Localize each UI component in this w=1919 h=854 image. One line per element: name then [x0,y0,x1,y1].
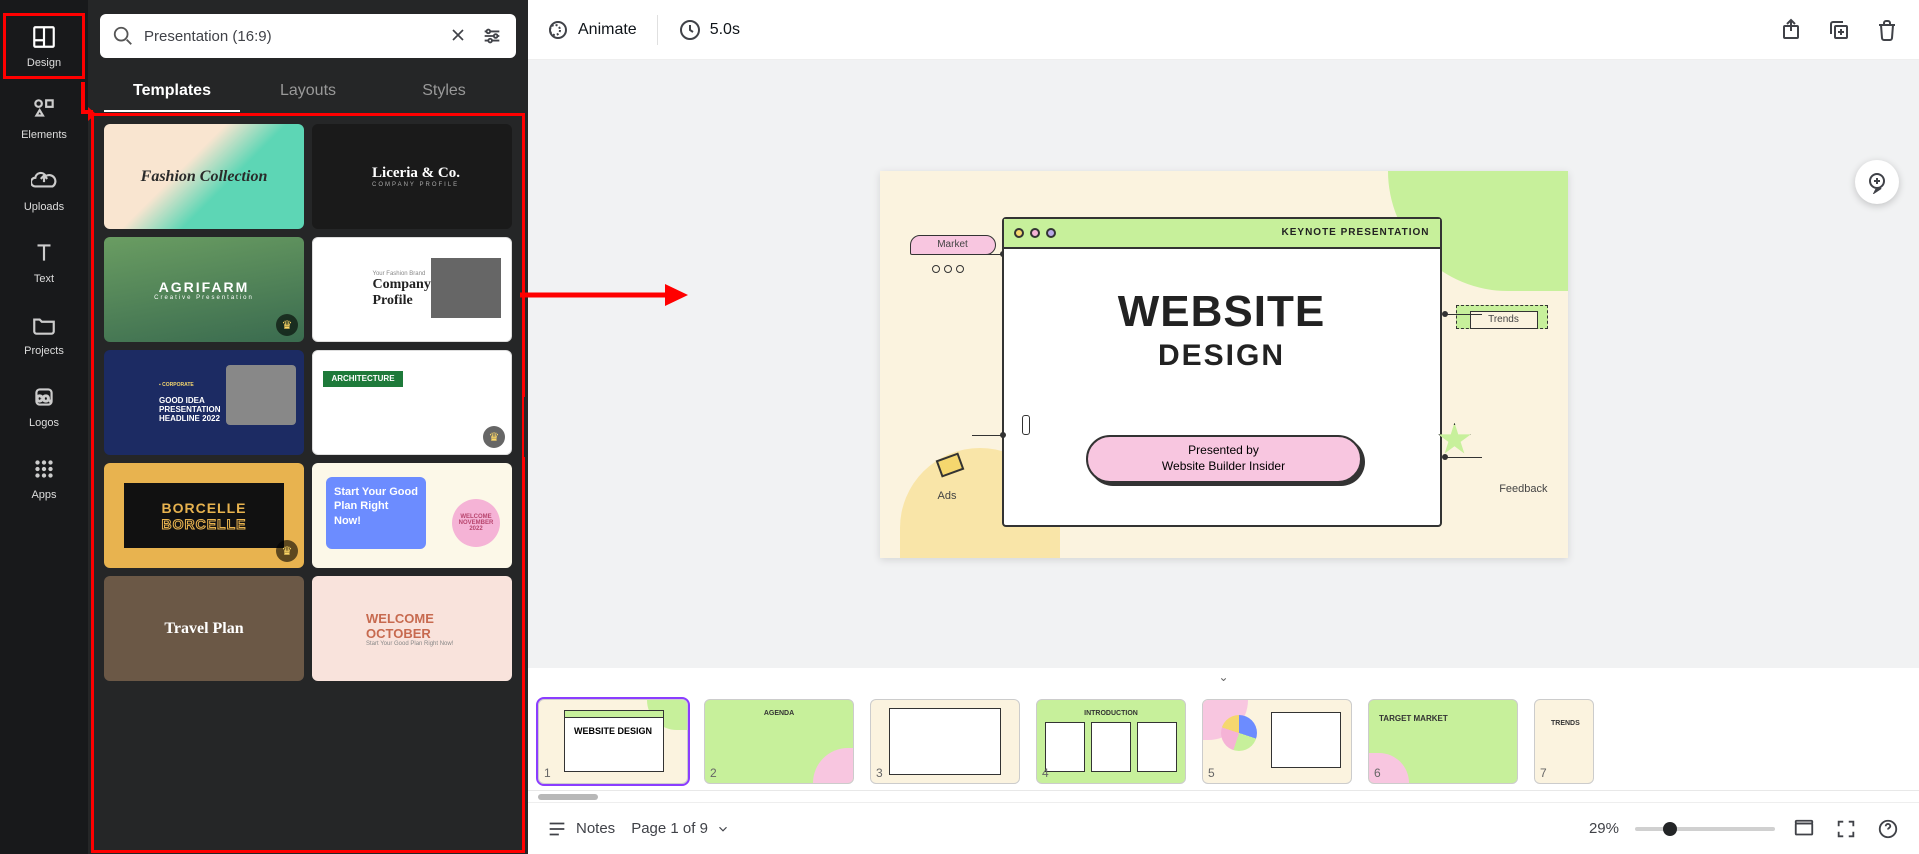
rail-apps-label: Apps [31,489,56,501]
page-thumbnail-4[interactable]: INTRODUCTION [1036,699,1186,784]
add-comment-button[interactable] [1855,160,1899,204]
template-card[interactable]: Start Your Good Plan Right Now!WELCOME N… [312,463,512,568]
tab-layouts[interactable]: Layouts [240,72,376,112]
rail-design-label: Design [27,57,61,69]
footer-bar: Notes Page 1 of 9 29% [528,802,1919,854]
template-card[interactable]: Travel Plan [104,576,304,681]
notes-icon [546,818,568,840]
page-strip: ⌄ WEBSITE DESIGN1 AGENDA2 3 INTRODUCTION… [528,668,1919,802]
editor: Animate 5.0s Market [528,0,1919,854]
left-rail: Design Elements Uploads Text Projects CO… [0,0,88,854]
page-thumbnail-6[interactable]: TARGET MARKET [1368,699,1518,784]
rail-projects[interactable]: Projects [0,298,88,370]
template-search-input[interactable] [144,28,438,45]
collapse-pages-button[interactable]: ⌄ [528,668,1919,686]
design-icon [30,23,58,51]
pages-scroll[interactable]: WEBSITE DESIGN1 AGENDA2 3 INTRODUCTION4 … [528,686,1919,790]
search-filters-button[interactable] [480,24,504,48]
browser-mockup: KEYNOTE PRESENTATION WEBSITE DESIGN Pres… [1002,217,1442,527]
horizontal-scrollbar[interactable] [528,790,1919,802]
share-button[interactable] [1777,16,1805,44]
search-box [100,14,516,58]
animate-icon [546,18,570,42]
help-button[interactable] [1875,816,1901,842]
canvas-area[interactable]: Market KEYNOTE PRESENTATION WEBSITE DESI… [528,60,1919,668]
template-card[interactable]: AGRIFARMCreative Presentation♛ [104,237,304,342]
template-card[interactable]: Your Fashion BrandCompany Profile [312,237,512,342]
duration-button[interactable]: 5.0s [678,18,740,42]
megaphone-icon [938,456,974,484]
callout-feedback: Feedback [1478,453,1548,495]
rail-logos[interactable]: CO. Logos [0,370,88,442]
page-thumbnail-1[interactable]: WEBSITE DESIGN [538,699,688,784]
tab-templates[interactable]: Templates [104,72,240,112]
rail-text-label: Text [34,273,54,285]
template-card[interactable]: ▪ CORPORATEGOOD IDEA PRESENTATION HEADLI… [104,350,304,455]
clear-search-button[interactable] [448,25,470,47]
rail-uploads[interactable]: Uploads [0,154,88,226]
template-grid: Fashion Collection Liceria & Co.COMPANY … [92,114,524,852]
design-panel: Templates Layouts Styles Fashion Collect… [88,0,528,854]
panel-tabs: Templates Layouts Styles [88,72,528,112]
rail-elements[interactable]: Elements [0,82,88,154]
callout-ads: Ads [938,456,974,502]
window-dots [1014,228,1056,238]
rail-projects-label: Projects [24,345,64,357]
crown-icon: ♛ [483,426,505,448]
separator [657,15,658,45]
grid-view-button[interactable] [1791,816,1817,842]
tab-styles[interactable]: Styles [376,72,512,112]
rail-logos-label: Logos [29,417,59,429]
page-thumbnail-5[interactable] [1202,699,1352,784]
sub-heading: DESIGN [1004,339,1440,373]
page-thumbnail-2[interactable]: AGENDA [704,699,854,784]
keynote-label: KEYNOTE PRESENTATION [1282,227,1430,238]
crown-icon: ♛ [276,314,298,336]
text-icon [30,239,58,267]
projects-icon [30,311,58,339]
animate-button[interactable]: Animate [546,18,637,42]
presented-by-pill: Presented by Website Builder Insider [1086,435,1362,483]
annotation-arrow-1 [78,82,118,132]
template-card[interactable]: Liceria & Co.COMPANY PROFILE [312,124,512,229]
notes-button[interactable]: Notes [546,818,615,840]
duplicate-button[interactable] [1825,16,1853,44]
search-icon [112,25,134,47]
logos-icon: CO. [30,383,58,411]
zoom-slider[interactable] [1635,827,1775,831]
crown-icon: ♛ [276,540,298,562]
page-thumbnail-3[interactable] [870,699,1020,784]
top-toolbar: Animate 5.0s [528,0,1919,60]
rail-uploads-label: Uploads [24,201,64,213]
template-card[interactable]: WELCOME OCTOBERStart Your Good Plan Righ… [312,576,512,681]
zoom-label: 29% [1589,820,1619,837]
callout-trends: Trends [1470,305,1548,329]
template-card[interactable]: Fashion Collection [104,124,304,229]
template-card[interactable]: ARCHITECTURE♛ [312,350,512,455]
star-icon [1438,423,1472,457]
rail-elements-label: Elements [21,129,67,141]
elements-icon [30,95,58,123]
annotation-arrow-2 [520,280,690,310]
main-heading: WEBSITE [1004,287,1440,337]
clock-icon [678,18,702,42]
rail-design[interactable]: Design [0,10,88,82]
fullscreen-button[interactable] [1833,816,1859,842]
page-indicator[interactable]: Page 1 of 9 [631,820,730,837]
chevron-down-icon [716,822,730,836]
delete-button[interactable] [1873,16,1901,44]
rail-apps[interactable]: Apps [0,442,88,514]
apps-icon [30,455,58,483]
template-card[interactable]: BORCELLEBORCELLE♛ [104,463,304,568]
slide-canvas[interactable]: Market KEYNOTE PRESENTATION WEBSITE DESI… [880,171,1568,558]
uploads-icon [30,167,58,195]
svg-text:CO.: CO. [36,393,51,403]
decoration-dots [932,265,964,273]
rail-text[interactable]: Text [0,226,88,298]
